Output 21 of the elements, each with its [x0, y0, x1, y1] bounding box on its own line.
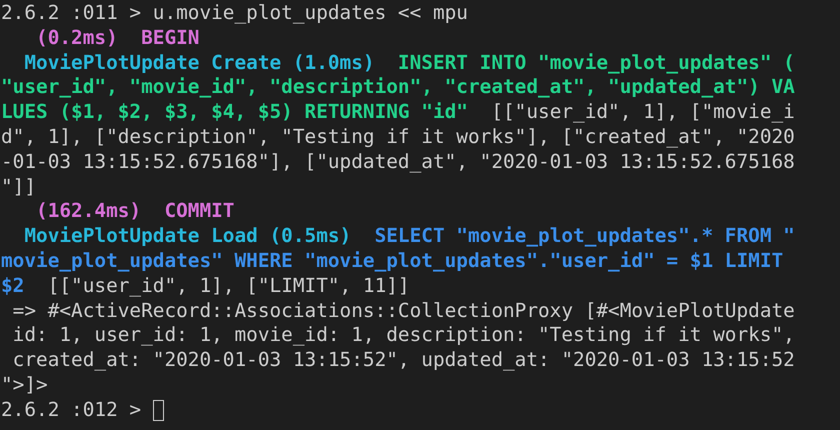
log-timing-text: (0.2ms) BEGIN	[35, 26, 200, 51]
console-text: => #<ActiveRecord::Associations::CollectionProxy [#<MoviePlotUpdate	[12, 298, 795, 324]
console-text: ">]>	[1, 372, 48, 398]
sql-text: SELECT "movie_plot_updates".* FROM "	[374, 224, 795, 249]
log-label-text: MoviePlotUpdate Create (1.0ms)	[23, 50, 375, 76]
sql-text: INSERT INTO "movie_plot_updates" (	[396, 50, 795, 76]
sql-text: $2	[1, 274, 24, 299]
console-text: -01-03 13:15:52.675168"], ["updated_at", "2020-01-03 13:15:52.675168	[1, 150, 795, 175]
console-text: id: 1, user_id: 1, movie_id: 1, description: "Testing if it works",	[12, 323, 795, 348]
console-text: created_at: "2020-01-03 13:15:52", updated_at: "2020-01-03 13:15:52	[12, 348, 795, 373]
log-timing-text: (162.4ms) COMMIT	[35, 199, 234, 224]
console-text: "]]	[1, 174, 36, 200]
log-label-text: MoviePlotUpdate Load (0.5ms)	[23, 224, 352, 249]
console-text: [["user_id", 1], ["movie_i	[490, 100, 795, 125]
console-text: 2.6.2 :011 > u.movie_plot_updates << mpu	[1, 1, 468, 26]
console-text: 2.6.2 :012 >	[1, 398, 142, 423]
console-text: [["user_id", 1], ["LIMIT", 11]]	[46, 274, 410, 299]
console-text: d", 1], ["description", "Testing if it works"], ["created_at", "2020	[1, 124, 795, 150]
sql-text: movie_plot_updates" WHERE "movie_plot_updates"."user_id" = $1 LIMIT	[1, 248, 784, 274]
sql-text: "user_id", "movie_id", "description", "created_at", "updated_at") VA	[1, 75, 795, 100]
sql-text: LUES ($1, $2, $3, $4, $5) RETURNING "id"	[1, 100, 468, 125]
